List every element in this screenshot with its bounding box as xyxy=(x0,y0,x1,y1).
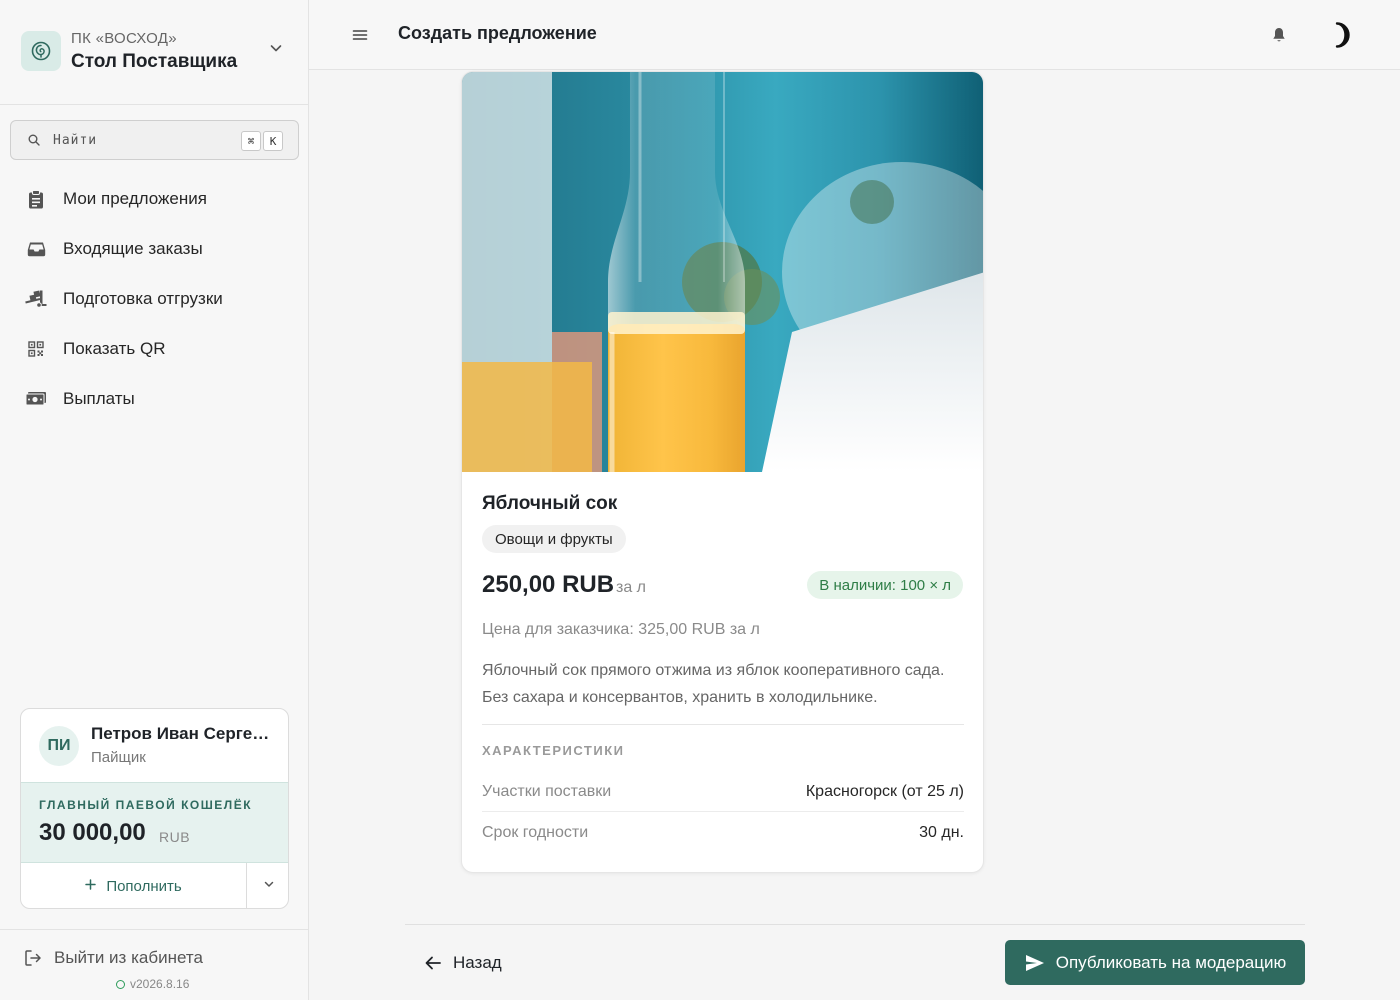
user-name: Петров Иван Сергеевич xyxy=(91,724,271,743)
clipboard-icon xyxy=(25,189,47,209)
search-box[interactable]: ⌘ K xyxy=(10,120,299,160)
sidebar-item-label: Подготовка отгрузки xyxy=(63,289,223,308)
plus-icon xyxy=(85,877,97,895)
product-description: Яблочный сок прямого отжима из яблок коо… xyxy=(482,662,945,706)
spec-value: 30 дн. xyxy=(919,824,964,841)
spec-row: Участки поставки Красногорск (от 25 л) xyxy=(482,783,964,813)
wallet-panel: ГЛАВНЫЙ ПАЕВОЙ КОШЕЛЁК 30 000,00 RUB xyxy=(21,782,288,863)
spec-value: Красногорск (от 25 л) xyxy=(805,783,964,800)
spec-key: Участки поставки xyxy=(482,783,612,800)
product-price: 250,00 RUB xyxy=(482,571,615,598)
product-photo xyxy=(462,72,983,472)
workspace-name: Стол Поставщика xyxy=(71,51,238,72)
offer-preview-card: Яблочный сок Овощи и фрукты 250,00 RUB з… xyxy=(461,71,984,873)
wallet-currency: RUB xyxy=(159,829,191,845)
wallet-amount: 30 000,00 xyxy=(39,819,146,846)
sidebar-item-label: Выплаты xyxy=(63,389,135,408)
top-bar: Создать предложение xyxy=(309,0,1400,70)
shortcut-modifier-key: ⌘ xyxy=(241,131,261,151)
customer-price: Цена для заказчика: 325,00 RUB за л xyxy=(482,621,760,638)
sidebar-nav: Мои предложения Входящие заказы Подготов… xyxy=(0,174,308,424)
status-dot-icon xyxy=(116,979,125,989)
category-chip: Овощи и фрукты xyxy=(482,525,626,553)
divider xyxy=(0,929,308,930)
sidebar-item-label: Показать QR xyxy=(63,339,166,358)
topup-button[interactable]: Пополнить xyxy=(21,863,246,908)
topup-label: Пополнить xyxy=(106,877,182,895)
divider xyxy=(482,724,964,725)
publish-for-moderation-button[interactable]: Опубликовать на модерацию xyxy=(1005,940,1305,985)
sidebar-item-incoming-orders[interactable]: Входящие заказы xyxy=(0,224,308,274)
page-title: Создать предложение xyxy=(398,23,597,43)
user-role: Пайщик xyxy=(91,749,146,766)
back-button[interactable]: Назад xyxy=(423,950,502,976)
logout-button[interactable]: Выйти из кабинета xyxy=(24,946,203,970)
logout-icon xyxy=(24,949,42,967)
logout-label: Выйти из кабинета xyxy=(54,948,203,967)
publish-label: Опубликовать на модерацию xyxy=(1055,952,1287,972)
price-unit: за л xyxy=(616,579,647,596)
menu-icon[interactable] xyxy=(350,25,370,45)
sidebar-item-my-offers[interactable]: Мои предложения xyxy=(0,174,308,224)
wallet-label: ГЛАВНЫЙ ПАЕВОЙ КОШЕЛЁК xyxy=(39,798,253,812)
chevron-down-icon[interactable] xyxy=(266,38,286,58)
stock-badge: В наличии: 100 × л xyxy=(807,571,963,599)
juice-bottle-photo xyxy=(462,72,983,472)
spec-row: Срок годности 30 дн. xyxy=(482,824,964,854)
version-label: v2026.8.16 xyxy=(130,977,190,991)
sidebar-item-show-qr[interactable]: Показать QR xyxy=(0,324,308,374)
bell-icon[interactable] xyxy=(1269,25,1289,45)
sidebar-item-label: Входящие заказы xyxy=(63,239,203,258)
brand-logo-icon xyxy=(21,31,61,71)
shortcut-key: K xyxy=(263,131,283,151)
moon-icon[interactable] xyxy=(1325,20,1355,50)
product-title: Яблочный сок xyxy=(482,493,618,514)
back-label: Назад xyxy=(453,953,502,972)
send-icon xyxy=(1024,952,1046,974)
org-switcher[interactable]: ПК «ВОСХОД» Стол Поставщика xyxy=(0,0,308,105)
qr-code-icon xyxy=(25,339,47,359)
arrow-left-icon xyxy=(423,953,443,973)
version-info: v2026.8.16 xyxy=(116,977,189,991)
sidebar: ПК «ВОСХОД» Стол Поставщика ⌘ K Мои пред… xyxy=(0,0,309,1000)
org-name: ПК «ВОСХОД» xyxy=(71,30,177,47)
search-icon xyxy=(27,133,41,147)
inbox-icon xyxy=(25,239,47,259)
sidebar-item-payouts[interactable]: Выплаты xyxy=(0,374,308,424)
avatar: ПИ xyxy=(39,726,79,766)
divider xyxy=(482,811,964,812)
sidebar-item-label: Мои предложения xyxy=(63,189,207,208)
money-bill-icon xyxy=(25,389,47,409)
sidebar-item-shipment-prep[interactable]: Подготовка отгрузки xyxy=(0,274,308,324)
specs-heading: ХАРАКТЕРИСТИКИ xyxy=(482,743,625,758)
user-card: ПИ Петров Иван Сергеевич Пайщик ГЛАВНЫЙ … xyxy=(20,708,289,909)
spec-key: Срок годности xyxy=(482,824,589,841)
search-input[interactable] xyxy=(53,129,233,151)
wallet-menu-button[interactable] xyxy=(246,863,288,908)
chevron-down-icon xyxy=(263,877,275,895)
truck-loading-icon xyxy=(25,289,47,309)
divider xyxy=(405,924,1305,925)
